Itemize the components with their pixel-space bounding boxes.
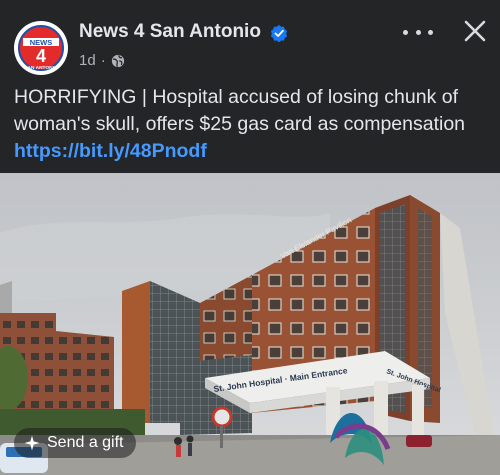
verified-badge-icon bbox=[270, 24, 288, 42]
post-body: HORRIFYING | Hospital accused of losing … bbox=[14, 84, 492, 165]
news4-logo: NEWS 4 SAN ANTONIO bbox=[15, 22, 67, 74]
send-gift-button[interactable]: Send a gift bbox=[14, 428, 136, 458]
post-header: NEWS 4 SAN ANTONIO News 4 San Antonio 1d… bbox=[0, 0, 500, 80]
svg-text:SAN ANTONIO: SAN ANTONIO bbox=[24, 65, 58, 71]
gift-sparkle-icon bbox=[24, 435, 40, 451]
post-meta: 1d · bbox=[79, 52, 125, 69]
globe-icon bbox=[111, 54, 124, 67]
page-name[interactable]: News 4 San Antonio bbox=[79, 21, 261, 43]
post-link[interactable]: https://bit.ly/48Pnodf bbox=[14, 140, 207, 162]
more-options-icon[interactable] bbox=[403, 22, 433, 42]
svg-text:4: 4 bbox=[36, 46, 46, 66]
send-gift-label: Send a gift bbox=[47, 434, 124, 451]
post-headline: HORRIFYING | Hospital accused of losing … bbox=[14, 86, 466, 135]
post-time[interactable]: 1d bbox=[79, 52, 96, 69]
meta-separator: · bbox=[100, 52, 106, 69]
page-avatar[interactable]: NEWS 4 SAN ANTONIO bbox=[14, 21, 68, 75]
close-icon[interactable] bbox=[462, 18, 488, 44]
